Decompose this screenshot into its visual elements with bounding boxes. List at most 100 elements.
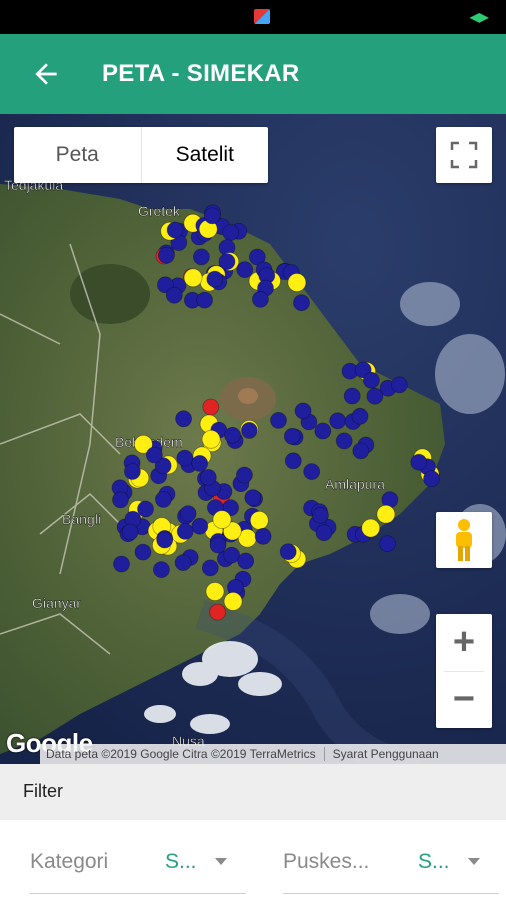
map-marker[interactable] [254, 527, 272, 545]
map-marker[interactable] [223, 591, 243, 611]
map-marker[interactable] [156, 531, 174, 549]
map-marker[interactable] [343, 387, 361, 405]
signal-icon: ◀▶ [470, 10, 489, 24]
status-bar: ◀▶ [0, 0, 506, 34]
zoom-out-button[interactable]: − [436, 672, 492, 728]
map-marker[interactable] [235, 466, 253, 484]
map-marker[interactable] [205, 582, 225, 601]
satellite-map[interactable]: Tedjakula Gretek Bebandem Bangli Gianyar… [0, 114, 506, 764]
map-marker[interactable] [166, 221, 184, 239]
chevron-down-icon [215, 858, 227, 865]
map-attribution: Data peta ©2019 Google Citra ©2019 Terra… [40, 744, 506, 764]
map-marker[interactable] [203, 207, 221, 225]
page-title: PETA - SIMEKAR [102, 60, 300, 87]
map-marker[interactable] [179, 505, 197, 523]
map-marker[interactable] [165, 286, 183, 304]
map-marker[interactable] [240, 421, 258, 439]
map-marker[interactable] [175, 410, 193, 428]
map-marker[interactable] [279, 543, 297, 561]
map-label-amlapura: Amlapura [325, 476, 385, 492]
map-marker[interactable] [223, 546, 241, 564]
map-marker[interactable] [202, 398, 220, 416]
map-type-toggle[interactable]: Peta Satelit [14, 127, 268, 183]
zoom-controls: + − [436, 614, 492, 728]
map-marker[interactable] [209, 536, 227, 554]
back-arrow-icon[interactable] [30, 58, 62, 90]
map-marker[interactable] [303, 463, 321, 481]
map-marker[interactable] [244, 489, 262, 507]
gallery-notification-icon [254, 9, 270, 24]
map-marker[interactable] [121, 523, 139, 541]
map-marker[interactable] [157, 246, 175, 264]
map-type-peta[interactable]: Peta [14, 127, 141, 183]
map-marker[interactable] [361, 518, 381, 538]
attribution-text: Data peta ©2019 Google Citra ©2019 Terra… [46, 747, 316, 761]
map-marker[interactable] [251, 290, 269, 308]
map-marker[interactable] [311, 506, 329, 524]
map-marker[interactable] [176, 522, 194, 540]
map-marker[interactable] [335, 432, 353, 450]
kategori-value: S... [165, 850, 197, 873]
map-marker[interactable] [222, 224, 240, 241]
map-marker[interactable] [423, 470, 440, 488]
puskesmas-dropdown[interactable]: Puskes... S... [283, 838, 499, 894]
fullscreen-button[interactable] [436, 127, 492, 183]
map-marker[interactable] [137, 500, 154, 518]
zoom-in-button[interactable]: + [436, 615, 492, 671]
pegman-icon [456, 519, 472, 561]
map-marker[interactable] [192, 248, 210, 266]
map-marker[interactable] [284, 452, 302, 470]
map-marker[interactable] [293, 294, 310, 312]
map-marker[interactable] [366, 387, 384, 405]
map-marker[interactable] [390, 376, 408, 394]
attribution-divider [323, 747, 325, 761]
map-marker[interactable] [315, 524, 333, 542]
map-marker[interactable] [145, 446, 163, 464]
map-marker[interactable] [152, 561, 170, 579]
map-marker[interactable] [287, 273, 307, 292]
terms-link[interactable]: Syarat Penggunaan [333, 747, 439, 761]
street-view-pegman-button[interactable] [436, 512, 492, 568]
map-marker[interactable] [196, 291, 214, 309]
map-marker[interactable] [174, 554, 192, 572]
kategori-dropdown[interactable]: Kategori S... [30, 838, 246, 894]
map-marker[interactable] [294, 402, 312, 420]
map-marker[interactable] [270, 411, 287, 429]
map-marker[interactable] [191, 454, 209, 472]
map-marker[interactable] [134, 543, 152, 561]
map-marker[interactable] [206, 270, 224, 288]
map-marker[interactable] [154, 490, 172, 508]
map-label-gianyar: Gianyar [32, 595, 81, 611]
puskesmas-value: S... [418, 850, 450, 873]
filter-title: Filter [23, 781, 63, 801]
map-marker[interactable] [199, 468, 217, 486]
map-marker[interactable] [201, 559, 219, 577]
satellite-imagery: Tedjakula Gretek Bebandem Bangli Gianyar… [0, 114, 506, 764]
map-marker[interactable] [191, 517, 209, 535]
puskesmas-label: Puskes... [283, 850, 370, 873]
map-marker[interactable] [209, 603, 227, 621]
map-marker[interactable] [249, 510, 269, 530]
map-marker[interactable] [283, 427, 301, 445]
map-type-satelit[interactable]: Satelit [140, 127, 269, 183]
map-marker[interactable] [224, 426, 241, 444]
map-label-gretek: Gretek [138, 203, 181, 219]
map-marker[interactable] [314, 422, 332, 440]
map-marker[interactable] [362, 371, 380, 389]
map-marker[interactable] [236, 261, 254, 279]
map-marker[interactable] [176, 449, 194, 467]
map-marker[interactable] [376, 504, 396, 524]
map-marker[interactable] [183, 268, 203, 288]
map-marker[interactable] [352, 442, 370, 460]
map-marker[interactable] [212, 510, 232, 530]
map-marker[interactable] [201, 429, 221, 449]
map-marker[interactable] [329, 412, 347, 430]
map-marker[interactable] [123, 463, 141, 480]
map-marker[interactable] [112, 491, 129, 509]
map-marker[interactable] [379, 535, 396, 553]
map-marker[interactable] [351, 407, 369, 425]
map-marker[interactable] [113, 555, 130, 573]
map-marker[interactable] [237, 552, 255, 570]
map-marker[interactable] [410, 453, 428, 471]
chevron-down-icon [468, 858, 480, 865]
